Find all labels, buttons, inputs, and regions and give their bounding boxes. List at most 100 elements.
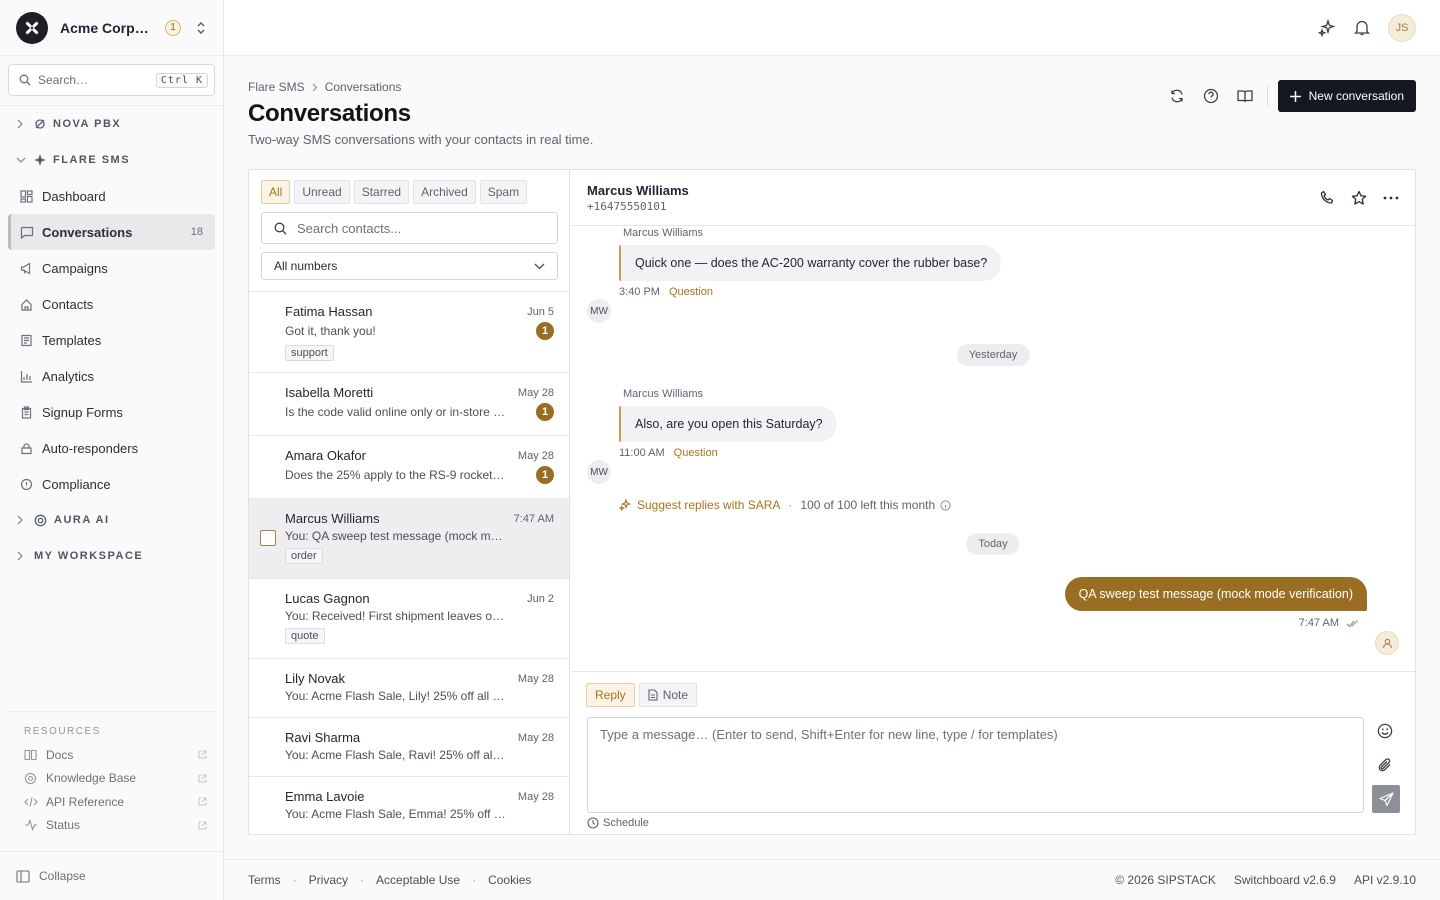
contact-search-placeholder: Search contacts...: [297, 220, 402, 236]
org-logo-icon: [16, 11, 48, 44]
more-options-icon[interactable]: [1383, 196, 1399, 200]
message-time: 7:47 AM: [1298, 617, 1339, 629]
thread-pane: Marcus Williams +16475550101 Marcus Will…: [571, 170, 1415, 834]
conversation-item-selected[interactable]: Marcus Williams 7:47 AM You: QA sweep tes…: [249, 499, 569, 579]
star-icon[interactable]: [1351, 190, 1367, 206]
sidebar-item-campaigns[interactable]: Campaigns: [8, 250, 215, 286]
separator-dot: ·: [788, 498, 793, 512]
conversation-item[interactable]: Ravi Sharma May 28 You: Acme Flash Sale, …: [249, 718, 569, 777]
book-open-icon[interactable]: [1236, 89, 1253, 104]
sidebar-item-label: Campaigns: [42, 260, 108, 276]
bell-icon[interactable]: [1354, 19, 1370, 36]
tab-note[interactable]: Note: [638, 683, 698, 707]
sidebar-item-label: Compliance: [42, 476, 111, 492]
info-icon[interactable]: [940, 499, 951, 511]
filter-archived[interactable]: Archived: [413, 180, 476, 204]
resource-label: Docs: [46, 747, 74, 762]
org-badge: 1: [165, 19, 181, 36]
conversation-item[interactable]: Isabella Moretti May 28 Is the code valid…: [249, 373, 569, 436]
footer-link-terms[interactable]: Terms: [248, 873, 281, 887]
footer-link-cookies[interactable]: Cookies: [488, 873, 531, 887]
sidebar-item-templates[interactable]: Templates: [8, 322, 215, 358]
attachment-icon[interactable]: [1377, 757, 1393, 773]
message-meta: 3:40 PM Question: [619, 286, 713, 298]
day-divider: Today: [966, 533, 1020, 555]
tab-label: Note: [662, 688, 689, 702]
filter-starred[interactable]: Starred: [353, 180, 410, 204]
phone-icon[interactable]: [1319, 190, 1335, 206]
resource-api-reference[interactable]: API Reference: [8, 790, 215, 814]
resource-knowledge-base[interactable]: Knowledge Base: [8, 767, 215, 791]
filter-unread[interactable]: Unread: [294, 180, 350, 204]
sidebar-item-auto-responders[interactable]: Auto-responders: [8, 430, 215, 466]
sidebar-item-compliance[interactable]: Compliance: [8, 466, 215, 502]
conversation-item[interactable]: Amara Okafor May 28 Does the 25% apply to…: [249, 436, 569, 499]
group-my-workspace[interactable]: MY WORKSPACE: [0, 538, 223, 574]
incoming-message: Quick one — does the AC-200 warranty cov…: [619, 245, 1002, 281]
search-icon: [274, 222, 287, 235]
suggest-replies-link[interactable]: Suggest replies with SARA: [637, 498, 780, 512]
conversation-date: 7:47 AM: [513, 512, 554, 525]
conversation-date: May 28: [517, 386, 554, 399]
sidebar-item-signup-forms[interactable]: Signup Forms: [8, 394, 215, 430]
separator-dot: ·: [292, 873, 297, 887]
sidebar-item-conversations[interactable]: Conversations 18: [8, 214, 215, 250]
user-avatar[interactable]: JS: [1388, 13, 1416, 42]
sidebar-item-label: Conversations: [42, 224, 133, 240]
contact-name: Lucas Gagnon: [285, 591, 370, 606]
select-checkbox[interactable]: [260, 530, 276, 546]
group-nova-pbx[interactable]: NOVA PBX: [0, 106, 223, 142]
schedule-button[interactable]: Schedule: [587, 817, 649, 829]
thread-header: Marcus Williams +16475550101: [571, 170, 1415, 226]
chevron-down-icon: [534, 263, 545, 270]
filter-all[interactable]: All: [261, 180, 291, 204]
sidebar-search[interactable]: Search… Ctrl K: [8, 64, 215, 96]
conversation-item[interactable]: Lily Novak May 28 You: Acme Flash Sale, L…: [249, 659, 569, 718]
message-preview: You: Acme Flash Sale, Lily! 25% off all …: [285, 689, 507, 703]
conversation-item[interactable]: Fatima Hassan Jun 5 Got it, thank you! 1 s…: [249, 292, 569, 373]
contact-name: Amara Okafor: [285, 448, 366, 463]
ai-sparkle-icon[interactable]: [1318, 18, 1336, 37]
group-aura-ai[interactable]: AURA AI: [0, 502, 223, 538]
footer-link-privacy[interactable]: Privacy: [309, 873, 348, 887]
outgoing-message: QA sweep test message (mock mode verific…: [1064, 577, 1367, 611]
conversation-date: Jun 5: [527, 305, 554, 318]
numbers-select-value: All numbers: [274, 259, 338, 273]
contact-search-input[interactable]: Search contacts...: [261, 212, 558, 244]
org-switcher[interactable]: Acme Corporation 1: [0, 0, 223, 56]
templates-icon: [20, 334, 34, 347]
filter-spam[interactable]: Spam: [479, 180, 528, 204]
conversation-item[interactable]: Lucas Gagnon Jun 2 You: Received! First s…: [249, 579, 569, 659]
tab-reply[interactable]: Reply: [586, 683, 635, 707]
send-button[interactable]: [1372, 785, 1400, 813]
page-title: Conversations: [248, 100, 411, 127]
conversation-tag: order: [285, 548, 323, 564]
group-flare-sms[interactable]: FLARE SMS: [0, 142, 223, 178]
resource-docs[interactable]: Docs: [8, 743, 215, 767]
refresh-icon[interactable]: [1169, 88, 1185, 104]
collapse-sidebar-button[interactable]: Collapse: [0, 851, 223, 900]
emoji-icon[interactable]: [1377, 723, 1393, 739]
conversation-item[interactable]: Emma Lavoie May 28 You: Acme Flash Sale, …: [249, 777, 569, 834]
analytics-icon: [20, 370, 34, 383]
dashboard-icon: [20, 189, 34, 203]
message-input[interactable]: Type a message… (Enter to send, Shift+En…: [587, 717, 1364, 813]
sidebar-item-label: Contacts: [42, 296, 94, 312]
message-preview: You: Received! First shipment leaves our…: [285, 609, 507, 623]
numbers-select[interactable]: All numbers: [261, 252, 558, 280]
conversation-list: Fatima Hassan Jun 5 Got it, thank you! 1 s…: [249, 291, 569, 834]
clock-icon: [587, 817, 599, 829]
chevron-updown-icon[interactable]: [195, 21, 207, 35]
sidebar-item-dashboard[interactable]: Dashboard: [8, 178, 215, 214]
new-conversation-button[interactable]: New conversation: [1277, 80, 1416, 112]
sidebar-item-contacts[interactable]: Contacts: [8, 286, 215, 322]
message-preview: You: Acme Flash Sale, Ravi! 25% off all …: [285, 748, 507, 762]
book-icon: [24, 749, 38, 761]
breadcrumb-root[interactable]: Flare SMS: [248, 80, 305, 94]
message-preview: You: QA sweep test message (mock mode ve…: [285, 529, 507, 543]
ai-sparkle-icon: [619, 499, 631, 511]
help-icon[interactable]: [1203, 88, 1219, 104]
footer-link-acceptable-use[interactable]: Acceptable Use: [376, 873, 460, 887]
resource-status[interactable]: Status: [8, 814, 215, 838]
sidebar-item-analytics[interactable]: Analytics: [8, 358, 215, 394]
